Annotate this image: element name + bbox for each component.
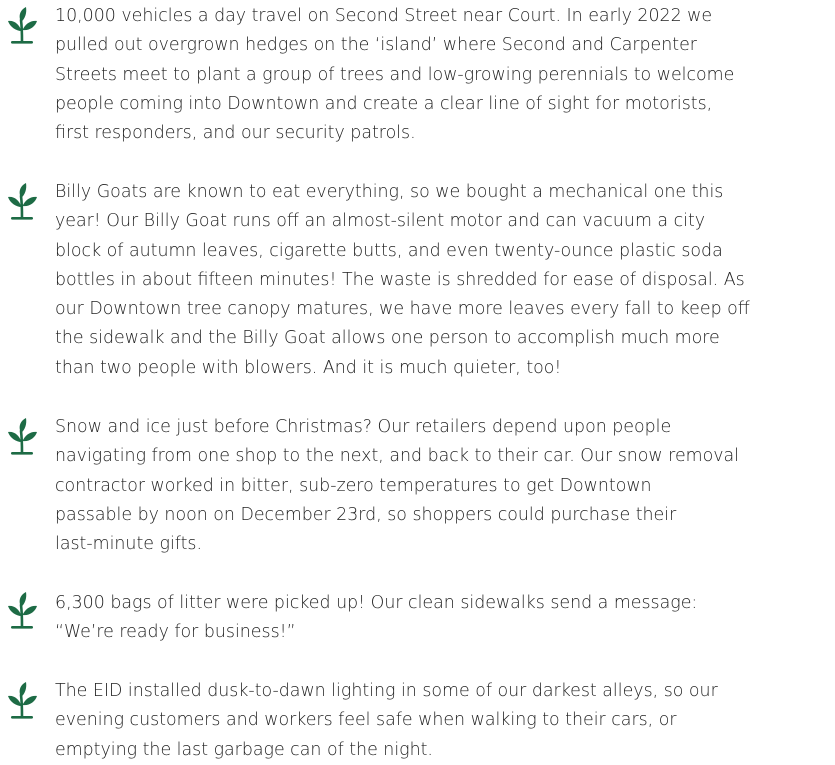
paragraph: Billy Goats are known to eat everything,… (55, 178, 835, 383)
sprout-icon (6, 182, 38, 222)
text-line: the sidewalk and the Billy Goat allows o… (55, 328, 720, 349)
text-line: our Downtown tree canopy matures, we hav… (55, 299, 750, 320)
text-line: 6,300 bags of litter were picked up! Our… (55, 593, 698, 613)
text-line: 10,000 vehicles a day travel on Second S… (55, 6, 713, 26)
text-line: pulled out overgrown hedges on the ‘isla… (55, 35, 697, 56)
text-line: contractor worked in bitter, sub-zero te… (55, 475, 652, 496)
sprout-icon (6, 6, 38, 46)
text-line: Snow and ice just before Christmas? Our … (55, 417, 672, 437)
text-line: “We’re ready for business!” (55, 622, 296, 643)
paragraph: 6,300 bags of litter were picked up! Our… (55, 589, 835, 648)
text-line: people coming into Downtown and create a… (55, 93, 713, 114)
sprout-icon (6, 681, 38, 721)
text-line: The EID installed dusk-to-dawn lighting … (55, 681, 718, 701)
text-line: bottles in about fifteen minutes! The wa… (55, 269, 745, 290)
text-line: passable by noon on December 23rd, so sh… (55, 504, 677, 525)
paragraph: 10,000 vehicles a day travel on Second S… (55, 2, 835, 148)
text-line: navigating from one shop to the next, an… (55, 446, 739, 467)
sprout-icon (6, 591, 38, 631)
sprout-icon (6, 417, 38, 457)
text-line: evening customers and workers feel safe … (55, 710, 677, 731)
text-line: block of autumn leaves, cigarette butts,… (55, 240, 723, 261)
text-line: than two people with blowers. And it is … (55, 357, 562, 378)
paragraph: Snow and ice just before Christmas? Our … (55, 413, 835, 559)
text-line: Streets meet to plant a group of trees a… (55, 64, 735, 85)
text-line: emptying the last garbage can of the nig… (55, 739, 433, 760)
text-line: Billy Goats are known to eat everything,… (55, 182, 724, 202)
text-line: year! Our Billy Goat runs off an almost-… (55, 211, 706, 232)
text-line: last-minute gifts. (55, 534, 202, 555)
text-line: first responders, and our security patro… (55, 123, 416, 144)
paragraph: The EID installed dusk-to-dawn lighting … (55, 677, 835, 765)
